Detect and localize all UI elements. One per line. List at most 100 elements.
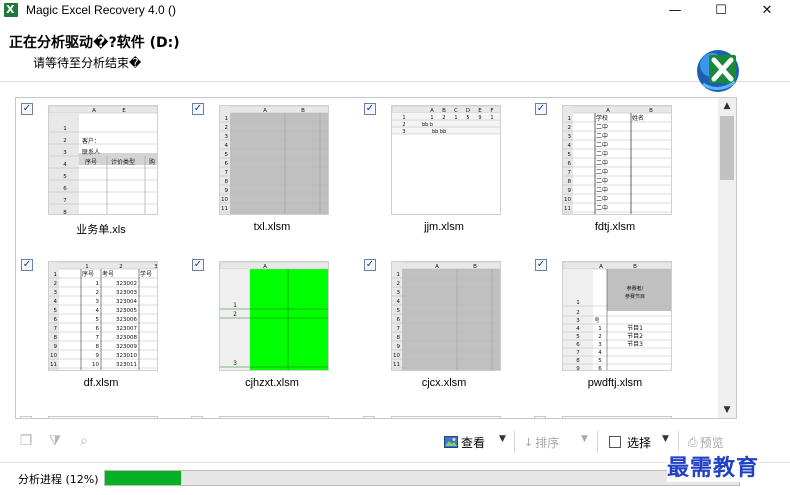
file-checkbox[interactable]: ✓ bbox=[364, 259, 376, 271]
copy-icon[interactable]: ❐ bbox=[18, 433, 34, 449]
file-tile[interactable]: ✓ A B 参赛者/参赛节目 1 2 3 4 5 6 7 8 9 号 1 2 3 4 5 6 节目1 节目2 节目3 pwdf… bbox=[530, 254, 680, 399]
cell-text: bb b bbox=[422, 122, 433, 128]
cell-text: 二中 bbox=[596, 186, 608, 194]
cell-text: 323002 bbox=[116, 281, 137, 287]
column-header: B bbox=[473, 264, 477, 270]
sort-button[interactable]: ↓ 排序 bbox=[524, 432, 559, 452]
row-number: 7 bbox=[397, 326, 401, 332]
cell-text: 1 bbox=[454, 115, 457, 121]
sort-dropdown-chevron-icon[interactable]: ▼ bbox=[581, 434, 588, 444]
row-number: 10 bbox=[221, 197, 228, 203]
file-checkbox[interactable]: ✓ bbox=[364, 103, 376, 115]
sort-az-icon: ↓ bbox=[524, 435, 534, 449]
window-controls: — ☐ ✕ bbox=[652, 0, 790, 20]
select-button[interactable]: 选择 bbox=[609, 432, 651, 452]
file-thumbnail[interactable]: A B C D E F 1 2 3 1 2 1 5 9 1 bb b bb bb bbox=[391, 105, 501, 215]
select-checkbox[interactable] bbox=[609, 436, 621, 448]
file-thumbnail[interactable]: A B 1 2 3 4 5 6 7 8 9 10 11 bbox=[219, 105, 329, 215]
row-number: 7 bbox=[225, 170, 229, 176]
row-number: 5 bbox=[63, 174, 67, 180]
file-thumbnail[interactable]: A 1 2 3 bbox=[219, 261, 329, 371]
find-file-icon[interactable]: ⌕ bbox=[76, 433, 92, 449]
cell-text: 323007 bbox=[116, 326, 137, 332]
row-number: 2 bbox=[397, 281, 401, 287]
maximize-button[interactable]: ☐ bbox=[698, 0, 744, 20]
cell-text: 二中 bbox=[596, 195, 608, 203]
column-header: 2 bbox=[119, 264, 123, 270]
file-thumbnail[interactable]: A B 1 2 3 4 5 6 7 8 9 10 11 bbox=[391, 261, 501, 371]
file-tile[interactable]: ✓ A 1 2 3 cjhzxt.xlsm bbox=[187, 254, 337, 399]
file-name: pwdftj.xlsm bbox=[587, 377, 643, 389]
row-number: 1 bbox=[54, 272, 58, 278]
cell-text: 节目1 bbox=[627, 324, 643, 332]
file-tile[interactable]: ✓ 1 2 3 1 2 3 4 5 6 7 8 9 10 11 序号 考号 学号 1 2 3 4 5 6 7 8 9 10 323002… bbox=[16, 254, 166, 399]
row-number: 4 bbox=[397, 299, 401, 305]
row-number: 3 bbox=[576, 318, 580, 324]
cell-text: 姓名 bbox=[632, 114, 644, 122]
file-tile[interactable]: ✓ A B C D E F 1 2 3 1 2 1 5 9 1 bb b bb bb jjm.xlsm bbox=[359, 98, 509, 243]
row-number: 1 bbox=[225, 116, 229, 122]
image-view-icon bbox=[444, 436, 458, 448]
scroll-down-arrow-icon[interactable]: ▼ bbox=[718, 402, 736, 418]
file-thumbnail[interactable]: 1 2 3 1 2 3 4 5 6 7 8 9 10 11 序号 考号 学号 1 2 3 4 5 6 7 8 9 10 323002 3… bbox=[48, 261, 158, 371]
file-tile[interactable]: ✓ A B 1 2 3 4 5 6 7 8 9 10 11 学校 姓名 二中 二中 二中 二中 二中 二中 二中 二中 二中 二中… bbox=[530, 98, 680, 243]
file-checkbox[interactable]: ✓ bbox=[21, 103, 33, 115]
spreadsheet-preview: A B1234567891011学校 姓名二中二中二中二中二中二中二中二中二中二中 bbox=[563, 106, 671, 214]
file-checkbox[interactable]: ✓ bbox=[21, 259, 33, 271]
preview-button[interactable]: ⎙ 预览 bbox=[688, 432, 724, 452]
view-button[interactable]: 查看 bbox=[444, 432, 485, 452]
row-number: 9 bbox=[397, 344, 401, 350]
close-button[interactable]: ✕ bbox=[744, 0, 790, 20]
file-tile[interactable]: ✓ A B 1 2 3 4 5 6 7 8 9 10 11 txl.xlsm bbox=[187, 98, 337, 243]
next-row-thumbnail-edge bbox=[391, 416, 501, 418]
row-number: 2 bbox=[233, 311, 237, 318]
scroll-up-arrow-icon[interactable]: ▲ bbox=[718, 98, 736, 114]
row-number: 1 bbox=[63, 126, 67, 132]
row-number: 1 bbox=[233, 302, 237, 309]
file-name: fdtj.xlsm bbox=[594, 221, 636, 233]
cell-text: 7 bbox=[96, 335, 100, 341]
file-name: cjhzxt.xlsm bbox=[245, 377, 299, 389]
cell-text: 二中 bbox=[596, 204, 608, 212]
cell-text: 序号 bbox=[85, 158, 97, 166]
view-dropdown-chevron-icon[interactable]: ▼ bbox=[499, 434, 506, 444]
cell-text: 联系人 bbox=[82, 148, 100, 156]
wizard-header: 正在分析驱动�?软件 (D:) 请等待至分析结束� bbox=[0, 20, 790, 92]
file-checkbox[interactable]: ✓ bbox=[192, 259, 204, 271]
cell-text: 计价类型 bbox=[111, 158, 135, 166]
file-checkbox[interactable]: ✓ bbox=[535, 259, 547, 271]
file-thumbnail-grid[interactable]: ✓ A E 1 2 3 4 5 6 7 8 客户： 联系人 序号 计价类型 购业务单.xls ✓ A B 1 2 3 4 5 6… bbox=[15, 97, 737, 419]
cell-text: 节目3 bbox=[627, 340, 643, 348]
sort-label: 排序 bbox=[535, 435, 560, 450]
scroll-thumb[interactable] bbox=[720, 116, 734, 180]
row-number: 8 bbox=[576, 358, 580, 364]
spreadsheet-preview: A E 1 2 3 4 5 6 7 8 客户： 联系人序号 计价类型 购 bbox=[49, 106, 157, 214]
row-number: 10 bbox=[564, 197, 571, 203]
file-thumbnail[interactable]: A B 1 2 3 4 5 6 7 8 9 10 11 学校 姓名 二中 二中 二中 二中 二中 二中 二中 二中 二中 二中 bbox=[562, 105, 672, 215]
cell-text: 6 bbox=[96, 326, 100, 332]
row-number: 6 bbox=[225, 161, 229, 167]
file-thumbnail[interactable]: A E 1 2 3 4 5 6 7 8 客户： 联系人 序号 计价类型 购 bbox=[48, 105, 158, 215]
vertical-scrollbar[interactable]: ▲ ▼ bbox=[718, 98, 736, 418]
cell-text: 323009 bbox=[116, 344, 137, 350]
cell-text: 323006 bbox=[116, 317, 137, 323]
file-name: txl.xlsm bbox=[253, 221, 291, 233]
row-number: 11 bbox=[564, 206, 571, 212]
row-number: 9 bbox=[225, 188, 229, 194]
file-tile[interactable]: ✓ A B 1 2 3 4 5 6 7 8 9 10 11 cjcx.xlsm bbox=[359, 254, 509, 399]
view-label: 查看 bbox=[461, 435, 486, 450]
select-dropdown-chevron-icon[interactable]: ▼ bbox=[662, 434, 669, 444]
row-number: 6 bbox=[63, 186, 67, 192]
spreadsheet-preview: A B参赛者/参赛节目123456789号123456节目1节目2节目3 bbox=[563, 262, 671, 370]
file-tile[interactable]: ✓ A E 1 2 3 4 5 6 7 8 客户： 联系人 序号 计价类型 购业务单.xls bbox=[16, 98, 166, 243]
file-checkbox[interactable]: ✓ bbox=[535, 103, 547, 115]
row-number: 8 bbox=[397, 335, 401, 341]
file-thumbnail[interactable]: A B 参赛者/参赛节目 1 2 3 4 5 6 7 8 9 号 1 2 3 4 5 6 节目1 节目2 节目3 bbox=[562, 261, 672, 371]
progress-bar bbox=[104, 470, 740, 486]
cell-text: 1 bbox=[490, 115, 493, 121]
row-number: 10 bbox=[393, 353, 400, 359]
filter-icon[interactable]: ⧩ bbox=[47, 433, 63, 449]
file-checkbox[interactable]: ✓ bbox=[192, 103, 204, 115]
minimize-button[interactable]: — bbox=[652, 0, 698, 20]
watermark-text: 最需教育 bbox=[667, 450, 760, 482]
